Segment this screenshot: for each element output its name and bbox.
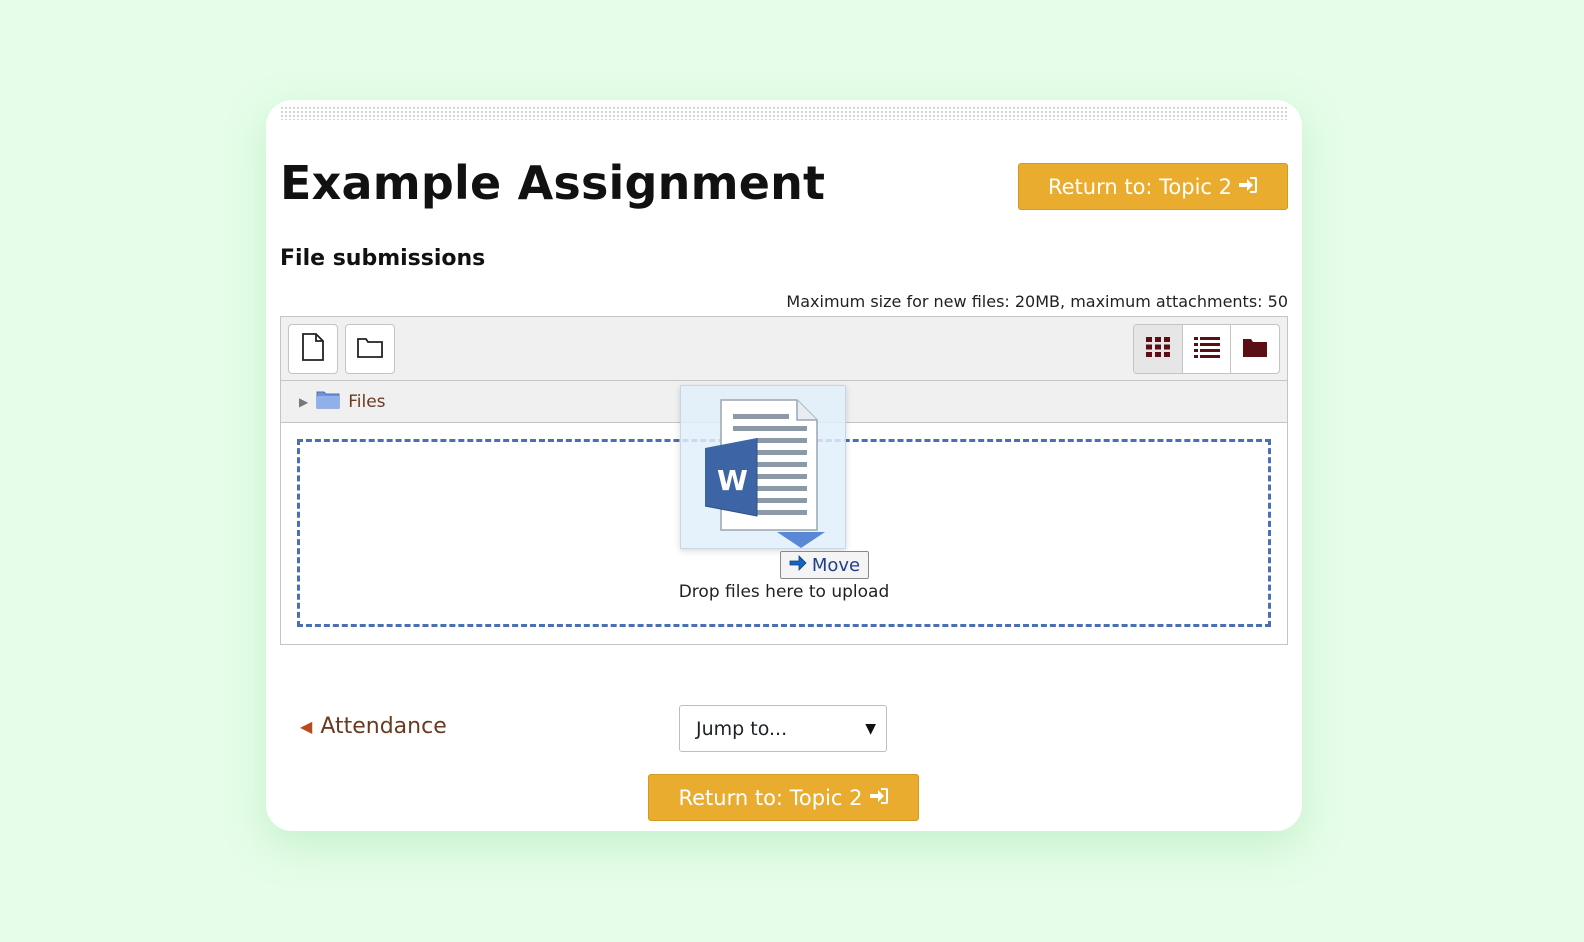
list-view-button[interactable] bbox=[1183, 325, 1232, 373]
tree-view-icon bbox=[1242, 336, 1268, 362]
arrow-right-icon bbox=[789, 554, 807, 576]
grid-view-button[interactable] bbox=[1134, 325, 1183, 373]
return-button-label-bottom: Return to: Topic 2 bbox=[678, 785, 863, 810]
return-to-topic-button-bottom[interactable]: Return to: Topic 2 bbox=[648, 774, 919, 821]
folder-icon bbox=[316, 390, 340, 413]
page-title: Example Assignment bbox=[280, 156, 826, 210]
word-badge-letter: W bbox=[717, 464, 748, 497]
sign-in-icon bbox=[869, 786, 889, 810]
add-file-button[interactable] bbox=[288, 324, 338, 374]
chevron-down-icon: ▼ bbox=[865, 720, 876, 737]
path-files-label[interactable]: Files bbox=[348, 392, 385, 412]
jump-to-value: Jump to... bbox=[696, 717, 788, 740]
assignment-card: Example Assignment Return to: Topic 2 Fi… bbox=[266, 100, 1302, 831]
tree-view-button[interactable] bbox=[1231, 325, 1279, 373]
jump-to-select[interactable]: Jump to... ▼ bbox=[679, 705, 887, 752]
return-to-topic-button-top[interactable]: Return to: Topic 2 bbox=[1018, 163, 1288, 210]
create-folder-icon bbox=[357, 336, 383, 362]
move-cursor-label: Move bbox=[780, 551, 869, 579]
view-mode-group bbox=[1133, 324, 1280, 374]
sign-in-icon bbox=[1238, 175, 1258, 199]
previous-activity-link[interactable]: ◀ Attendance bbox=[300, 714, 447, 739]
expand-triangle-icon[interactable]: ▶ bbox=[299, 395, 308, 409]
create-folder-button[interactable] bbox=[345, 324, 395, 374]
file-manager-toolbar bbox=[281, 317, 1287, 381]
drag-handle-pattern bbox=[280, 106, 1288, 120]
move-label-text: Move bbox=[811, 554, 861, 576]
drop-files-text: Drop files here to upload bbox=[678, 582, 890, 602]
drag-ghost-preview: W bbox=[680, 385, 846, 549]
grid-view-icon bbox=[1145, 336, 1171, 362]
add-file-icon bbox=[301, 333, 325, 365]
list-view-icon bbox=[1193, 336, 1221, 362]
left-triangle-icon: ◀ bbox=[300, 717, 313, 736]
upload-limits-text: Maximum size for new files: 20MB, maximu… bbox=[786, 292, 1288, 311]
file-submissions-heading: File submissions bbox=[280, 246, 486, 271]
return-button-label: Return to: Topic 2 bbox=[1047, 174, 1233, 199]
previous-activity-label: Attendance bbox=[320, 714, 447, 739]
